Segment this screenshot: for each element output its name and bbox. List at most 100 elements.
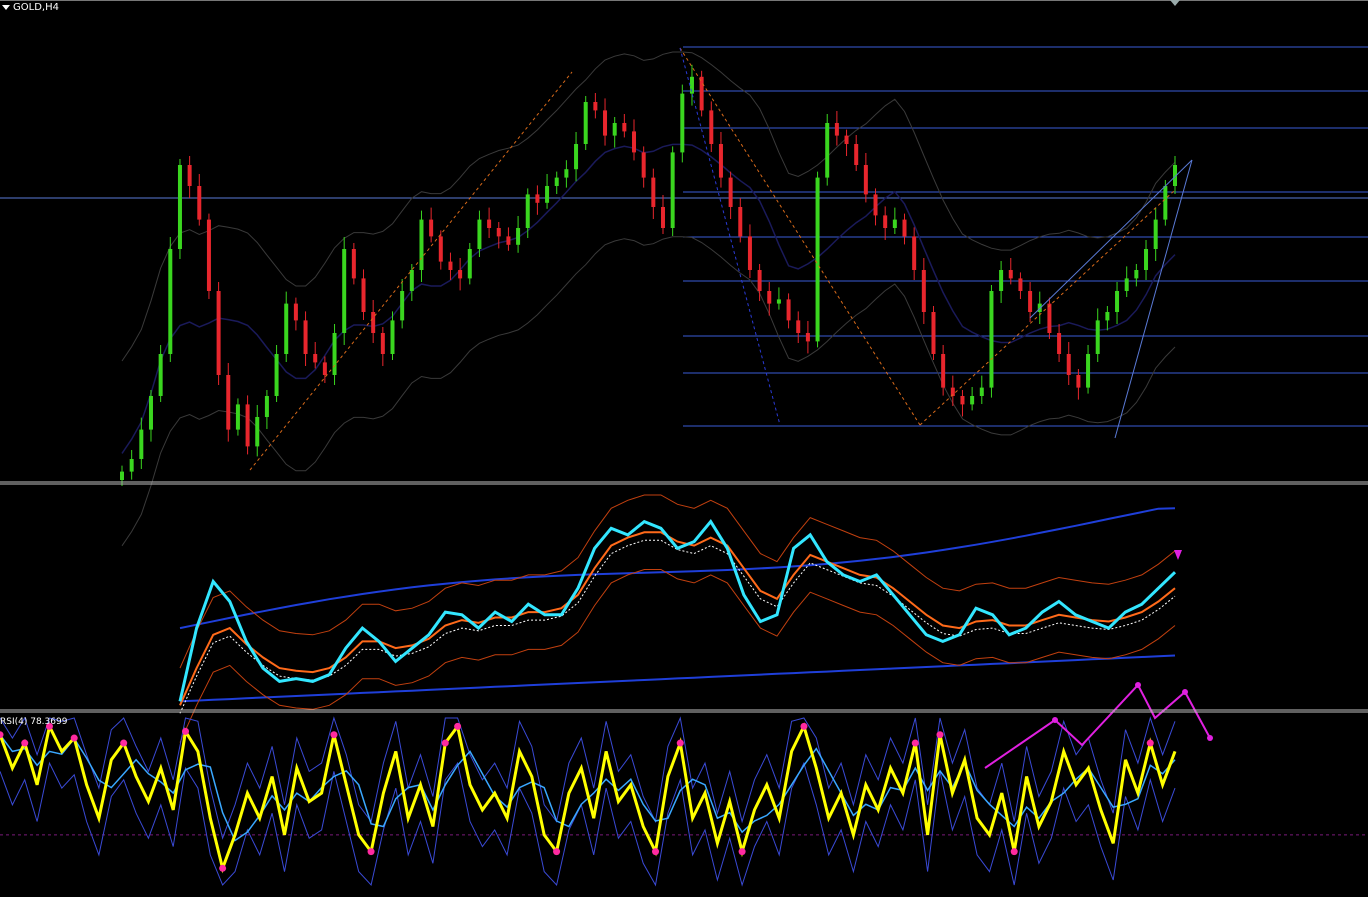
candle-body: [651, 177, 656, 207]
candle-body: [467, 249, 472, 279]
rsi-extreme-marker: [1010, 848, 1018, 856]
rsi-extreme-marker: [182, 727, 190, 735]
candle-body: [757, 270, 762, 291]
candle-body: [158, 354, 163, 396]
candle-body: [419, 219, 424, 270]
candle-body: [284, 303, 289, 354]
chart-canvas[interactable]: [0, 0, 1368, 893]
candle-body: [632, 131, 637, 153]
candle-body: [883, 215, 888, 228]
candle-body: [129, 459, 134, 472]
annotation-arrow-head-icon: [1207, 735, 1213, 741]
candle-body: [235, 404, 240, 430]
rsi-extreme-marker: [1146, 739, 1154, 747]
candle-body: [612, 123, 617, 136]
candle-body: [1153, 219, 1158, 249]
candle-body: [979, 387, 984, 396]
candle-body: [361, 278, 366, 312]
candle-body: [583, 102, 588, 144]
rsi-extreme-marker: [738, 848, 746, 856]
annotation-arrow-head-icon: [1182, 689, 1188, 695]
candle-body: [448, 261, 453, 270]
chart-window[interactable]: GOLD,H4 RSI(4) 78.3699: [0, 0, 1368, 893]
candle-body: [1057, 333, 1062, 354]
candle-body: [371, 312, 376, 333]
candle-body: [496, 228, 501, 237]
candle-body: [1105, 312, 1110, 321]
candle-body: [293, 303, 298, 321]
candle-body: [689, 76, 694, 94]
candle-body: [477, 219, 482, 249]
rsi-extreme-marker: [441, 739, 449, 747]
candle-body: [1115, 291, 1120, 312]
candle-body: [1066, 354, 1071, 375]
candle-body: [322, 362, 327, 375]
candle-body: [351, 249, 356, 279]
candle-body: [1163, 186, 1168, 220]
candle-body: [197, 186, 202, 220]
candle-body: [854, 144, 859, 165]
candle-body: [786, 299, 791, 321]
candle-body: [1047, 303, 1052, 333]
candle-body: [177, 165, 182, 249]
candle-body: [873, 194, 878, 216]
candle-body: [921, 270, 926, 312]
candle-body: [245, 404, 250, 447]
candle-body: [545, 186, 550, 203]
candle-body: [776, 299, 781, 304]
symbol-title[interactable]: GOLD,H4: [2, 2, 59, 13]
rsi-extreme-marker: [330, 731, 338, 739]
candle-body: [1095, 320, 1100, 354]
candle-body: [709, 110, 714, 144]
candle-body: [815, 177, 820, 342]
dropdown-arrow-icon[interactable]: [2, 5, 10, 10]
rsi-extreme-marker: [70, 734, 78, 742]
candle-body: [206, 219, 211, 291]
rsi-extreme-marker: [120, 739, 128, 747]
candle-body: [1076, 375, 1081, 388]
annotation-arrow-head-icon: [1052, 717, 1058, 723]
candle-body: [1018, 278, 1023, 291]
candle-body: [264, 396, 269, 417]
candle-body: [458, 270, 463, 279]
symbol-title-text: GOLD,H4: [13, 2, 59, 13]
candle-body: [274, 354, 279, 396]
candle-body: [622, 123, 627, 132]
rsi-extreme-marker: [800, 722, 808, 730]
candle-body: [535, 194, 540, 203]
candle-body: [641, 152, 646, 178]
candle-body: [863, 165, 868, 195]
candle-body: [680, 93, 685, 153]
rsi-label: RSI(4) 78.3699: [0, 717, 68, 727]
annotation-arrow-head-icon: [1135, 682, 1141, 688]
candle-body: [332, 333, 337, 375]
candle-body: [670, 152, 675, 228]
candle-body: [525, 194, 530, 228]
candle-body: [390, 320, 395, 354]
candle-body: [516, 228, 521, 245]
candle-body: [738, 207, 743, 237]
candle-body: [767, 291, 772, 304]
candle-body: [931, 312, 936, 354]
rsi-extreme-marker: [652, 848, 660, 856]
rsi-extreme-marker: [219, 864, 227, 872]
rsi-extreme-marker: [911, 739, 919, 747]
candle-body: [960, 396, 965, 405]
candle-body: [429, 219, 434, 237]
rsi-extreme-marker: [553, 848, 561, 856]
candle-body: [226, 375, 231, 430]
chart-menu-chevron-icon[interactable]: [1170, 0, 1180, 6]
candle-body: [409, 270, 414, 291]
candle-body: [148, 396, 153, 430]
candle-body: [1086, 354, 1091, 388]
candle-body: [747, 236, 752, 270]
candle-body: [1124, 278, 1129, 291]
candle-body: [999, 270, 1004, 291]
rsi-extreme-marker: [454, 722, 462, 730]
candle-body: [989, 291, 994, 388]
candle-body: [554, 177, 559, 186]
candle-body: [255, 417, 260, 447]
candle-body: [313, 354, 318, 363]
rsi-extreme-marker: [367, 848, 375, 856]
candle-body: [400, 291, 405, 321]
